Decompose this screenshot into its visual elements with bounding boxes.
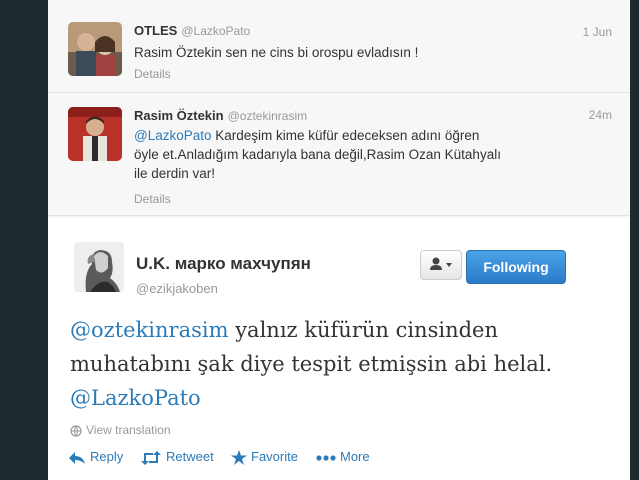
tweet-text: @oztekinrasim yalnız küfürün cinsinden m… [70,313,610,415]
more-label[interactable]: More [340,449,370,464]
tweet-text-line: muhatabını şak diye tespit etmişsin abi … [70,352,553,376]
reply-arrow-icon [69,451,85,464]
tweet-text: @LazkoPato Kardeşim kime küfür edeceksen… [134,126,604,183]
tweet-item[interactable]: Rasim Öztekin @oztekinrasim 24m @LazkoPat… [48,93,630,216]
retweet-label[interactable]: Retweet [166,449,214,464]
mention-link[interactable]: @oztekinrasim [70,318,229,342]
globe-icon [70,425,82,437]
details-link[interactable]: Details [134,67,171,81]
view-translation-label[interactable]: View translation [86,423,171,437]
favorite-label[interactable]: Favorite [251,449,298,464]
tweet-text-line: öyle et.Anladığım kadarıyla bana değil,R… [134,147,501,162]
retweet-icon [141,450,161,465]
user-name[interactable]: U.K. марко махчупян [136,254,311,274]
tweet-time[interactable]: 1 Jun [583,25,612,39]
user-name[interactable]: Rasim Öztekin [134,108,224,123]
mention-link[interactable]: @LazkoPato [134,128,212,143]
avatar[interactable] [68,107,122,161]
reply-button[interactable]: Reply [68,449,123,465]
tweet-text: Rasim Öztekin sen ne cins bi orospu evla… [134,45,419,60]
tweet-header: OTLES @LazkoPato [134,23,250,38]
avatar-photo-icon [68,22,122,76]
mention-link[interactable]: @LazkoPato [70,386,201,410]
user-name[interactable]: OTLES [134,23,177,38]
view-translation-link[interactable]: View translation [70,423,171,437]
tweet-header: Rasim Öztekin @oztekinrasim [134,108,307,123]
avatar[interactable] [74,242,124,292]
more-dots-icon [316,454,336,461]
retweet-button[interactable]: Retweet [140,449,214,465]
tweet-item[interactable]: OTLES @LazkoPato 1 Jun Rasim Öztekin sen … [48,0,630,93]
tweet-conversation-panel: OTLES @LazkoPato 1 Jun Rasim Öztekin sen … [48,0,630,480]
user-handle[interactable]: @LazkoPato [181,24,250,38]
tweet-text-line: ile derdin var! [134,166,216,181]
avatar[interactable] [68,22,122,76]
tweet-text-line: Kardeşim kime küfür edeceksen adını öğre… [211,128,480,143]
details-link[interactable]: Details [134,192,171,206]
avatar-portrait-icon [74,242,124,292]
more-button[interactable]: More [316,449,370,464]
reply-label[interactable]: Reply [90,449,123,464]
user-handle[interactable]: @ezikjakoben [136,281,218,296]
user-icon [430,257,452,270]
following-button[interactable]: Following [466,250,566,284]
tweet-text-line: yalnız küfürün cinsinden [228,318,498,342]
star-icon [231,450,247,466]
user-handle[interactable]: @oztekinrasim [228,109,308,123]
user-actions-dropdown-button[interactable] [420,250,462,280]
expanded-tweet: U.K. марко махчупян @ezikjakoben Followi… [48,218,630,480]
avatar-photo-icon [68,107,122,161]
caret-down-icon [446,263,452,267]
tweet-time[interactable]: 24m [589,108,612,122]
favorite-button[interactable]: Favorite [231,449,298,466]
